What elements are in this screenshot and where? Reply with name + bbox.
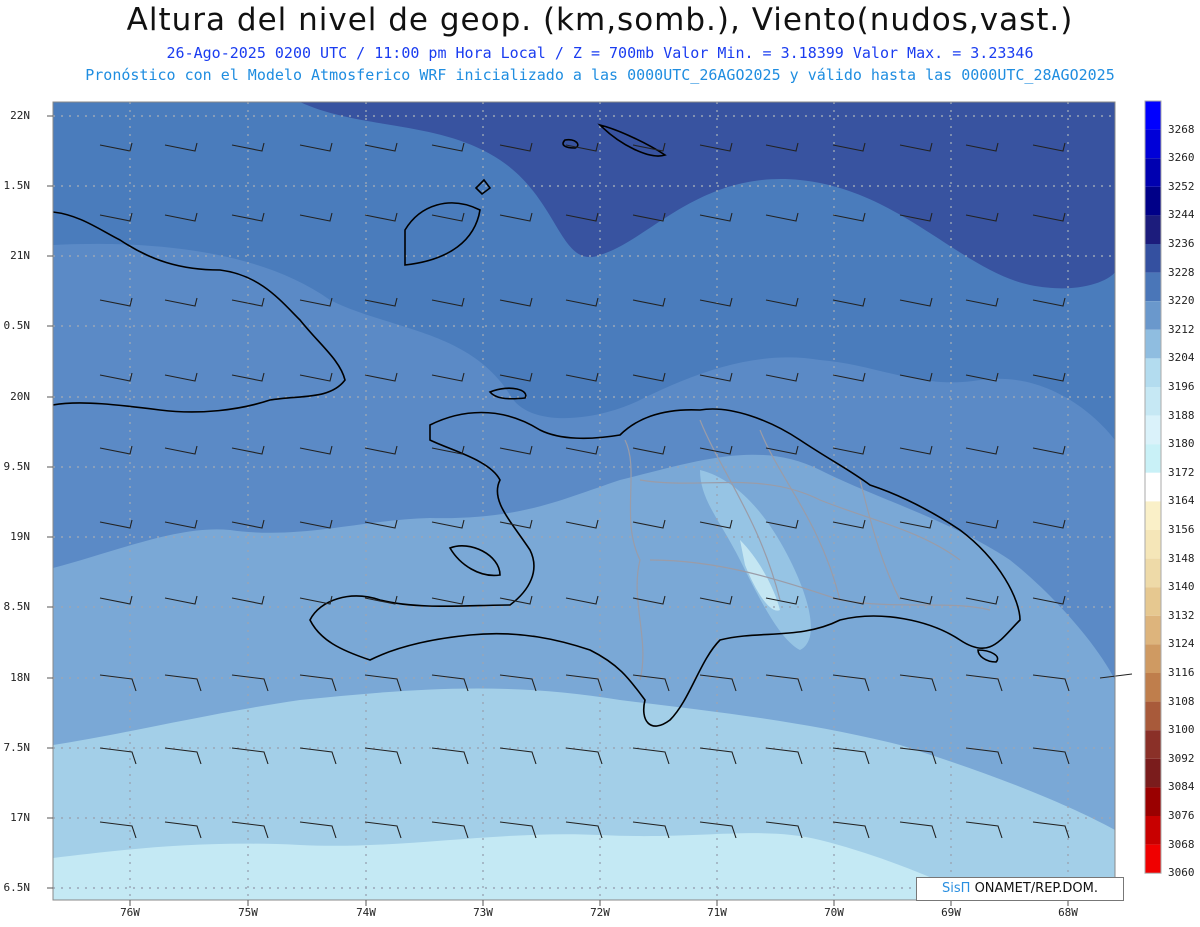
lat-label: 6.5N xyxy=(3,881,31,894)
colorbar-level-label: 3132 xyxy=(1168,608,1195,622)
colorbar-level-label: 3180 xyxy=(1168,437,1195,451)
geopotential-map xyxy=(47,100,1162,906)
colorbar-swatch xyxy=(1145,215,1161,244)
colorbar-swatch xyxy=(1145,787,1161,816)
colorbar-level-label: 3188 xyxy=(1168,408,1195,422)
colorbar-swatch xyxy=(1145,701,1161,731)
colorbar-level-label: 3212 xyxy=(1168,322,1195,336)
colorbar-swatch xyxy=(1145,272,1161,302)
lat-label: 18N xyxy=(10,671,30,684)
lat-label: 9.5N xyxy=(3,460,31,473)
lat-label: 1.5N xyxy=(3,179,31,192)
colorbar-swatch xyxy=(1145,101,1161,130)
colorbar-swatch xyxy=(1145,158,1161,187)
colorbar-swatch xyxy=(1145,558,1161,588)
colorbar-level-label: 3092 xyxy=(1168,751,1195,765)
lat-label: 17N xyxy=(10,811,30,824)
colorbar-level-label: 3252 xyxy=(1168,179,1195,193)
colorbar-swatch xyxy=(1145,358,1161,387)
colorbar-level-label: 3068 xyxy=(1168,837,1195,851)
colorbar-swatch xyxy=(1145,472,1161,502)
colorbar-swatch xyxy=(1145,186,1161,216)
lat-label: 7.5N xyxy=(3,741,31,754)
colorbar-level-label: 3140 xyxy=(1168,580,1195,594)
lat-label: 20N xyxy=(10,390,30,403)
lon-label: 68W xyxy=(1058,906,1078,919)
colorbar-swatch xyxy=(1145,415,1161,445)
colorbar-swatch xyxy=(1145,844,1161,874)
lon-label: 76W xyxy=(120,906,140,919)
colorbar-swatch xyxy=(1145,244,1161,273)
colorbar-swatch xyxy=(1145,816,1161,845)
colorbar-level-label: 3108 xyxy=(1168,694,1195,708)
lon-label: 74W xyxy=(356,906,376,919)
colorbar-swatch xyxy=(1145,615,1161,645)
colorbar-level-label: 3084 xyxy=(1168,780,1195,794)
lat-label: 19N xyxy=(10,530,30,543)
credit-box: SisΠ ONAMET/REP.DOM. xyxy=(916,877,1124,901)
lat-label: 22N xyxy=(10,109,30,122)
colorbar-swatch xyxy=(1145,329,1161,359)
credit-text: ONAMET/REP.DOM. xyxy=(970,881,1098,896)
colorbar-level-label: 3148 xyxy=(1168,551,1195,565)
lat-label: 0.5N xyxy=(3,319,31,332)
lon-label: 72W xyxy=(590,906,610,919)
colorbar-swatch xyxy=(1145,587,1161,616)
colorbar-level-label: 3260 xyxy=(1168,151,1195,165)
lon-label: 73W xyxy=(473,906,493,919)
colorbar-level-label: 3196 xyxy=(1168,380,1195,393)
lon-label: 69W xyxy=(941,906,961,919)
colorbar-swatch xyxy=(1145,387,1161,416)
colorbar-level-label: 3124 xyxy=(1168,637,1195,651)
colorbar-swatch xyxy=(1145,129,1161,159)
colorbar-level-label: 3236 xyxy=(1168,237,1195,250)
colorbar-level-label: 3268 xyxy=(1168,122,1195,136)
colorbar-swatch xyxy=(1145,644,1161,673)
lat-label: 21N xyxy=(10,249,30,262)
colorbar-level-label: 3164 xyxy=(1168,494,1195,508)
lon-label: 71W xyxy=(707,906,727,919)
lat-label: 8.5N xyxy=(3,600,31,613)
colorbar-level-label: 3156 xyxy=(1168,523,1195,536)
colorbar xyxy=(1144,100,1162,874)
contour-fill xyxy=(53,102,1115,900)
colorbar-swatch xyxy=(1145,501,1161,530)
colorbar-level-label: 3228 xyxy=(1168,265,1195,279)
colorbar-swatch xyxy=(1145,301,1161,330)
colorbar-swatch xyxy=(1145,758,1161,788)
colorbar-level-label: 3204 xyxy=(1168,351,1195,365)
colorbar-level-label: 3076 xyxy=(1168,809,1195,822)
colorbar-swatch xyxy=(1145,673,1161,702)
sisp-logo: SisΠ xyxy=(942,881,971,896)
colorbar-level-label: 3060 xyxy=(1168,866,1195,880)
colorbar-level-label: 3172 xyxy=(1168,465,1195,479)
colorbar-swatch xyxy=(1145,530,1161,559)
colorbar-level-label: 3244 xyxy=(1168,208,1195,222)
colorbar-swatch xyxy=(1145,444,1161,473)
colorbar-level-label: 3116 xyxy=(1168,666,1195,679)
lon-label: 70W xyxy=(824,906,844,919)
colorbar-level-label: 3100 xyxy=(1168,723,1195,737)
lon-label: 75W xyxy=(238,906,258,919)
colorbar-level-label: 3220 xyxy=(1168,294,1195,308)
colorbar-swatch xyxy=(1145,730,1161,759)
